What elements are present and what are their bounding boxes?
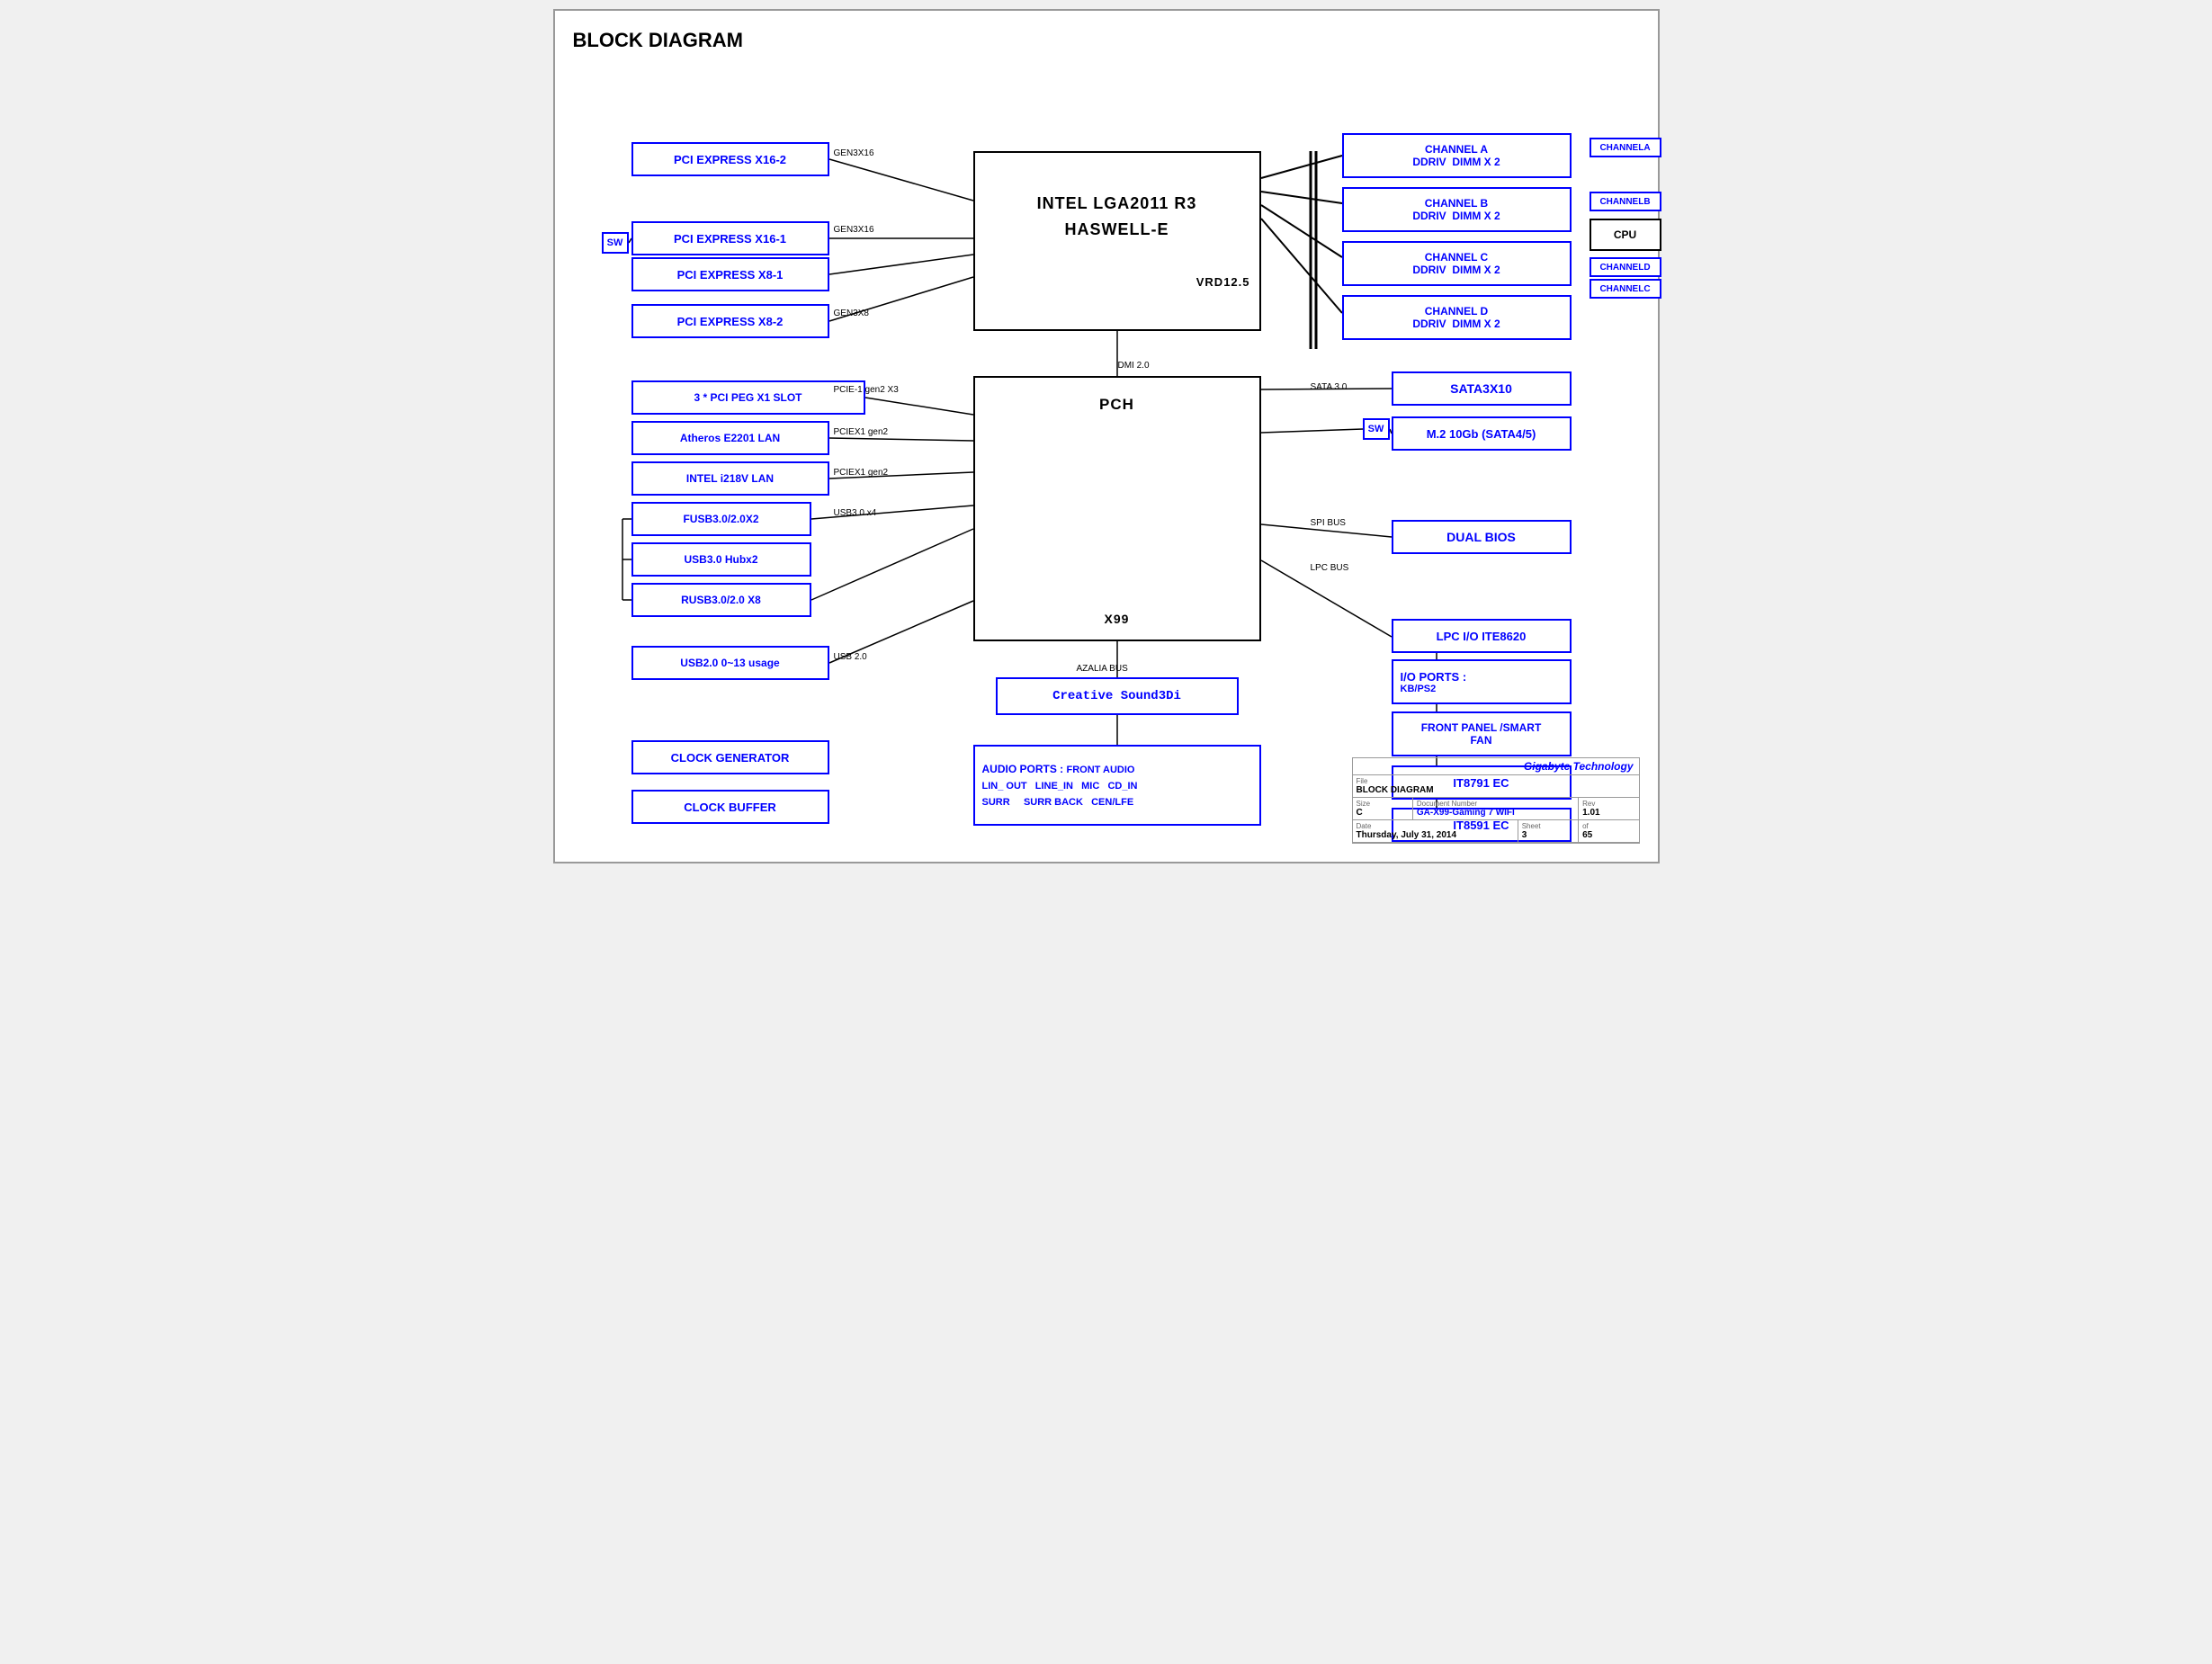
dmi-label: DMI 2.0: [1118, 361, 1150, 371]
channelc-tag: CHANNELC: [1590, 279, 1661, 299]
cpu-label-vrd: VRD12.5: [1196, 275, 1259, 289]
footer-doc-value: GA-X99-Gaming 7 WIFI: [1417, 808, 1574, 818]
lpc-bus-label: LPC BUS: [1311, 563, 1349, 573]
front-panel-box: FRONT PANEL /SMART FAN: [1392, 711, 1572, 756]
channel-c-box: CHANNEL C DDRIV DIMM X 2: [1342, 241, 1572, 286]
atheros-e2201-box: Atheros E2201 LAN: [631, 421, 829, 455]
intel-i218v-box: INTEL i218V LAN: [631, 461, 829, 496]
clock-buffer-box: CLOCK BUFFER: [631, 790, 829, 824]
footer-size-cell: Size C: [1353, 798, 1413, 819]
footer-file-label: File: [1357, 777, 1635, 785]
intel-cpu-box: INTEL LGA2011 R3 HASWELL-E VRD12.5: [973, 151, 1261, 331]
audio-ports-box: AUDIO PORTS : FRONT AUDIO LIN_ OUT LINE_…: [973, 745, 1261, 826]
page-title: BLOCK DIAGRAM: [573, 29, 1640, 52]
creative-sound-box: Creative Sound3Di: [996, 677, 1239, 715]
cpu-label-line2: HASWELL-E: [1065, 220, 1169, 239]
footer-date-value: Thursday, July 31, 2014: [1357, 830, 1514, 840]
footer-date-label: Date: [1357, 822, 1514, 830]
cpu-tag: CPU: [1590, 219, 1661, 251]
dual-bios-box: DUAL BIOS: [1392, 520, 1572, 554]
pci-express-x16-1-box: PCI EXPRESS X16-1: [631, 221, 829, 255]
channel-a-box: CHANNEL A DDRIV DIMM X 2: [1342, 133, 1572, 178]
diagram-area: PCI EXPRESS X16-2 PCI EXPRESS X16-1 PCI …: [573, 61, 1640, 844]
sata30-label: SATA 3.0: [1311, 382, 1348, 392]
footer-rev-cell: Rev 1.01: [1579, 798, 1638, 819]
fusb-box: FUSB3.0/2.0X2: [631, 502, 811, 536]
sw2-box: SW: [1363, 418, 1390, 440]
footer-of-label: of: [1582, 822, 1634, 830]
clock-generator-box: CLOCK GENERATOR: [631, 740, 829, 774]
sata3x10-box: SATA3X10: [1392, 371, 1572, 406]
lpc-io-box: LPC I/O ITE8620: [1392, 619, 1572, 653]
footer-sheet-label: Sheet: [1522, 822, 1574, 830]
cpu-label-line1: INTEL LGA2011 R3: [1037, 194, 1197, 213]
footer-of-cell: of 65: [1579, 820, 1638, 842]
usb3-hub-box: USB3.0 Hubx2: [631, 542, 811, 577]
gen3x8-label: GEN3X8: [834, 309, 869, 318]
m2-box: M.2 10Gb (SATA4/5): [1392, 416, 1572, 451]
usb2-label-tag: USB 2.0: [834, 652, 867, 662]
sw1-box: SW: [602, 232, 629, 254]
io-ports-box: I/O PORTS : KB/PS2: [1392, 659, 1572, 704]
footer-file-value: BLOCK DIAGRAM: [1357, 785, 1635, 795]
footer-size-label: Size: [1357, 800, 1409, 808]
page: BLOCK DIAGRAM: [553, 9, 1660, 863]
channela-tag: CHANNELA: [1590, 138, 1661, 157]
channeld-tag: CHANNELD: [1590, 257, 1661, 277]
channelb-tag: CHANNELB: [1590, 192, 1661, 211]
footer-sheet-cell: Sheet 3: [1518, 820, 1579, 842]
gen3x16-mid-label: GEN3X16: [834, 225, 874, 235]
channel-b-box: CHANNEL B DDRIV DIMM X 2: [1342, 187, 1572, 232]
pch-box: PCH X99: [973, 376, 1261, 641]
azalia-bus-label: AZALIA BUS: [1077, 664, 1128, 674]
footer: Gigabyte Technology File BLOCK DIAGRAM S…: [1352, 757, 1640, 844]
audio-ports-title: AUDIO PORTS : FRONT AUDIO: [982, 763, 1135, 775]
pci-peg-x1-slot-box: 3 * PCI PEG X1 SLOT: [631, 380, 865, 415]
footer-company: Gigabyte Technology: [1353, 758, 1639, 775]
footer-file-cell: File BLOCK DIAGRAM: [1353, 775, 1639, 797]
footer-of-value: 65: [1582, 830, 1634, 840]
pciex1-gen2-2-label: PCIEX1 gen2: [834, 468, 889, 478]
pciex1-gen2-1-label: PCIEX1 gen2: [834, 427, 889, 437]
usb3-x4-label: USB3.0 x4: [834, 508, 877, 518]
gen3x16-top-label: GEN3X16: [834, 148, 874, 158]
rusb-box: RUSB3.0/2.0 X8: [631, 583, 811, 617]
footer-size-value: C: [1357, 808, 1409, 818]
pci-express-x8-2-box: PCI EXPRESS X8-2: [631, 304, 829, 338]
footer-rev-label: Rev: [1582, 800, 1634, 808]
footer-date-cell: Date Thursday, July 31, 2014: [1353, 820, 1518, 842]
pci-express-x16-2-box: PCI EXPRESS X16-2: [631, 142, 829, 176]
footer-doc-label: Document Number: [1417, 800, 1574, 808]
spi-bus-label: SPI BUS: [1311, 518, 1346, 528]
pci-express-x8-1-box: PCI EXPRESS X8-1: [631, 257, 829, 291]
footer-doc-cell: Document Number GA-X99-Gaming 7 WIFI: [1413, 798, 1579, 819]
footer-sheet-value: 3: [1522, 830, 1574, 840]
pcie1-gen2-x3-label: PCIE-1 gen2 X3: [834, 385, 899, 395]
footer-rev-value: 1.01: [1582, 808, 1634, 818]
usb2-box: USB2.0 0~13 usage: [631, 646, 829, 680]
channel-d-box: CHANNEL D DDRIV DIMM X 2: [1342, 295, 1572, 340]
